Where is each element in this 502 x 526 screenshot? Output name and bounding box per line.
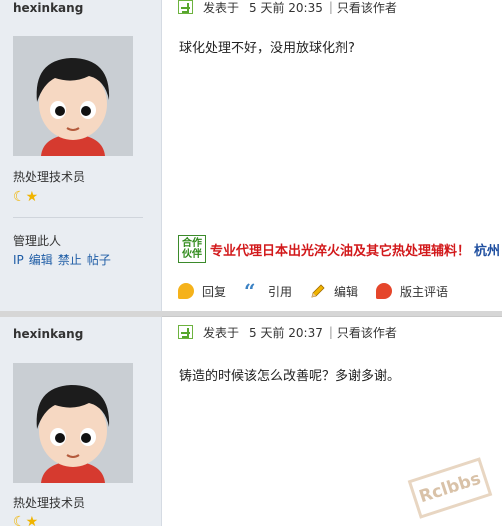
mod-comment-label: 版主评语 [400,284,449,299]
posted-label: 发表于 [203,325,240,340]
post-header: 发表于 5 天前 20:37 | 只看该作者 [178,324,397,340]
quote-button[interactable]: “ 引用 [244,279,293,303]
admin-links: IP 编辑 禁止 帖子 [13,251,116,268]
star-icon: ★ [25,189,39,205]
ad-text-2[interactable]: 杭州 [474,240,500,259]
post-content: 铸造的时候该怎么改善呢？多谢多谢。 [179,369,401,384]
partner-badge-line2: 伙伴 [182,249,202,260]
header-separator: | [328,325,333,339]
post-header: 发表于 5 天前 20:35 | 只看该作者 [178,0,397,16]
reply-button[interactable]: 回复 [178,283,226,300]
user-rank: 热处理技术员 [13,170,86,184]
rank-stars: ☾★ [13,514,38,526]
admin-link-ip[interactable]: IP [13,253,24,267]
admin-link-posts[interactable]: 帖子 [87,253,111,267]
post-1: hexinkang 热处理技术员 ☾★ 管理此人 IP 编辑 禁止 帖子 发表于… [0,0,502,311]
sidebar-divider [13,217,143,218]
manage-user-label: 管理此人 [13,234,62,248]
post-content: 球化处理不好，没用放球化剂? [179,41,355,56]
header-separator: | [328,0,333,14]
avatar-image [13,36,133,156]
reply-icon [178,283,194,299]
only-author-link[interactable]: 只看该作者 [337,324,397,341]
ad-text[interactable]: 专业代理日本出光淬火油及其它热处理辅料！ [210,240,470,259]
partner-badge-line1: 合作 [182,238,202,249]
edit-button[interactable]: 编辑 [310,283,358,300]
rank-stars: ☾★ [13,189,38,205]
user-rank: 热处理技术员 [13,496,86,510]
avatar[interactable] [13,363,133,483]
post-time: 5 天前 20:37 [249,325,323,340]
partner-badge: 合作 伙伴 [178,235,206,263]
post-main: 发表于 5 天前 20:35 | 只看该作者 球化处理不好，没用放球化剂? 合作… [163,0,502,311]
author-sidebar: hexinkang 热处理技术员 ☾★ 管理此人 IP 编辑 禁止 帖子 [0,0,162,311]
mod-comment-icon [376,283,393,299]
post-icon [178,325,193,339]
edit-label: 编辑 [334,284,359,299]
avatar[interactable] [13,36,133,156]
author-username[interactable]: hexinkang [13,1,83,15]
post-time: 5 天前 20:35 [249,0,323,15]
reply-label: 回复 [202,284,227,299]
mod-comment-button[interactable]: 版主评语 [376,283,448,300]
admin-link-ban[interactable]: 禁止 [58,253,82,267]
posted-label: 发表于 [203,0,240,15]
quote-icon: “ [244,279,256,303]
moon-icon: ☾ [13,514,26,526]
author-username[interactable]: hexinkang [13,327,83,341]
quote-label: 引用 [268,284,293,299]
only-author-link[interactable]: 只看该作者 [337,0,397,16]
moon-icon: ☾ [13,189,26,205]
avatar-image [13,363,133,483]
admin-link-edit[interactable]: 编辑 [29,253,53,267]
edit-icon [310,283,326,299]
post-actions: 回复 “ 引用 编辑 版主评语 [178,281,466,301]
star-icon: ★ [25,514,39,526]
partner-ad[interactable]: 合作 伙伴 专业代理日本出光淬火油及其它热处理辅料！ 杭州 [178,235,500,263]
author-sidebar: hexinkang 热处理技术员 ☾★ [0,317,162,526]
post-icon [178,0,193,14]
